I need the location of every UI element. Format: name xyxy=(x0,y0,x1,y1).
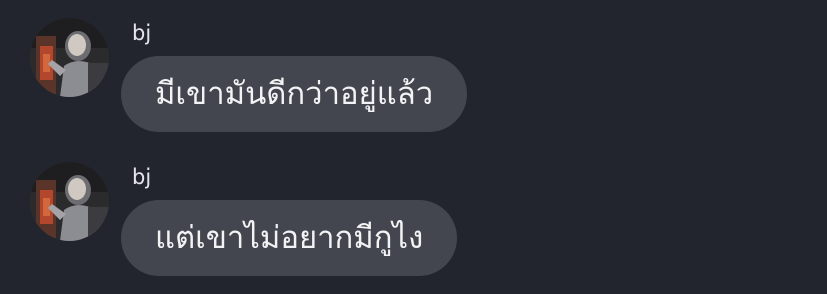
user-avatar-photo-icon xyxy=(30,18,109,97)
message-bubble[interactable]: มีเขามันดีกว่าอยู่แล้ว xyxy=(121,56,468,132)
avatar[interactable] xyxy=(30,18,109,97)
message-bubble[interactable]: แต่เขาไม่อยากมีกูไง xyxy=(121,200,458,276)
sender-name: bj xyxy=(132,165,152,189)
message-group: bj แต่เขาไม่อยากมีกูไง xyxy=(0,144,827,276)
avatar[interactable] xyxy=(30,162,109,241)
user-avatar-photo-icon xyxy=(30,162,109,241)
sender-name: bj xyxy=(132,21,152,45)
message-group: bj มีเขามันดีกว่าอยู่แล้ว xyxy=(0,0,827,132)
chat-thread: bj มีเขามันดีกว่าอยู่แล้ว bj แต่เขาไม่อย… xyxy=(0,0,827,294)
